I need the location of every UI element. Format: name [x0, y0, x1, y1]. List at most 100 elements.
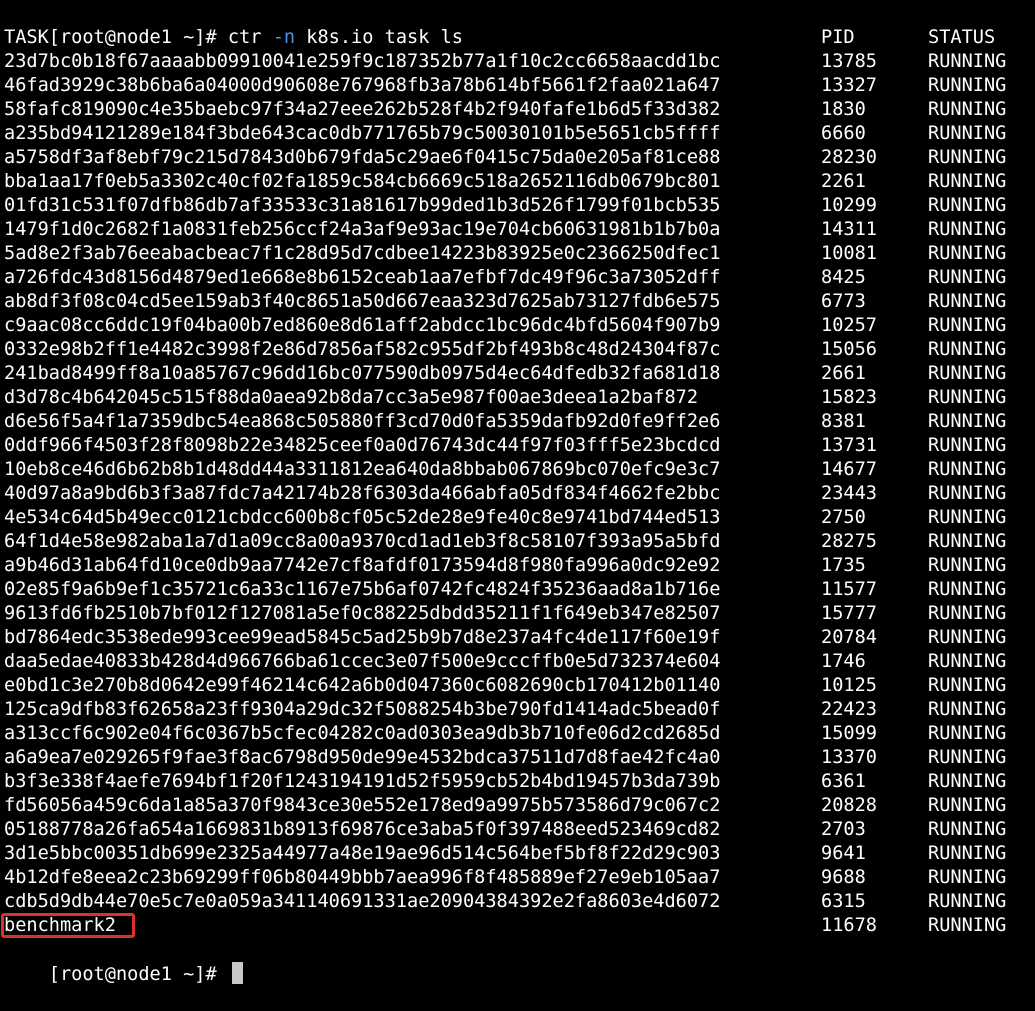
- table-row: daa5edae40833b428d4d966766ba61ccec3e07f5…: [4, 650, 1032, 674]
- task-status: RUNNING: [928, 555, 1007, 576]
- header-status: STATUS: [928, 27, 996, 48]
- task-status: RUNNING: [928, 915, 1007, 936]
- task-id: 01fd31c531f07dfb86db7af33533c31a81617b99…: [4, 195, 721, 216]
- table-row: 02e85f9a6b9ef1c35721c6a33c1167e75b6af074…: [4, 578, 1032, 602]
- task-status: RUNNING: [928, 819, 1007, 840]
- task-pid: 13370: [821, 747, 877, 768]
- task-status: RUNNING: [928, 891, 1007, 912]
- task-pid: 9688: [821, 867, 866, 888]
- task-status: RUNNING: [928, 843, 1007, 864]
- table-row: 01fd31c531f07dfb86db7af33533c31a81617b99…: [4, 194, 1032, 218]
- table-row: 5ad8e2f3ab76eeabacbeac7f1c28d95d7cdbee14…: [4, 242, 1032, 266]
- task-status: RUNNING: [928, 459, 1007, 480]
- task-pid: 6660: [821, 123, 866, 144]
- task-pid: 20828: [821, 795, 877, 816]
- task-status: RUNNING: [928, 699, 1007, 720]
- task-status: RUNNING: [928, 243, 1007, 264]
- task-status: RUNNING: [928, 531, 1007, 552]
- task-pid: 13327: [821, 75, 877, 96]
- task-id: 4b12dfe8eea2c23b69299ff06b80449bbb7aea99…: [4, 867, 721, 888]
- task-status: RUNNING: [928, 291, 1007, 312]
- table-row: a726fdc43d8156d4879ed1e668e8b6152ceab1aa…: [4, 266, 1032, 290]
- task-pid: 11577: [821, 579, 877, 600]
- task-status: RUNNING: [928, 75, 1007, 96]
- table-row: 23d7bc0b18f67aaaabb09910041e259f9c187352…: [4, 50, 1032, 74]
- header-task: TASK: [4, 27, 49, 48]
- table-row: d3d78c4b642045c515f88da0aea92b8da7cc3a5e…: [4, 386, 1032, 410]
- task-pid: 6315: [821, 891, 866, 912]
- task-id: 0ddf966f4503f28f8098b22e34825ceef0a0d767…: [4, 435, 721, 456]
- cursor-block: [231, 962, 243, 984]
- table-row: 3d1e5bbc00351db699e2325a44977a48e19ae96d…: [4, 842, 1032, 866]
- task-id: a9b46d31ab64fd10ce0db9aa7742e7cf8afdf017…: [4, 555, 721, 576]
- task-pid: 10257: [821, 315, 877, 336]
- task-pid: 10081: [821, 243, 877, 264]
- task-pid: 2261: [821, 171, 866, 192]
- task-pid: 20784: [821, 627, 877, 648]
- task-id: 1479f1d0c2682f1a0831feb256ccf24a3af9e93a…: [4, 219, 721, 240]
- table-row: 4e534c64d5b49ecc0121cbdcc600b8cf05c52de2…: [4, 506, 1032, 530]
- highlight-box: [1, 913, 135, 938]
- task-id: c9aac08cc6ddc19f04ba00b7ed860e8d61aff2ab…: [4, 315, 721, 336]
- table-row: 125ca9dfb83f62658a23ff9304a29dc32f508825…: [4, 698, 1032, 722]
- task-id: 64f1d4e58e982aba1a7d1a09cc8a00a9370cd1ad…: [4, 531, 721, 552]
- task-status: RUNNING: [928, 99, 1007, 120]
- task-pid: 23443: [821, 483, 877, 504]
- task-status: RUNNING: [928, 771, 1007, 792]
- final-prompt-line[interactable]: [root@node1 ~]#: [4, 938, 1032, 985]
- task-status: RUNNING: [928, 795, 1007, 816]
- terminal-window[interactable]: [root@node1 ~]# ctr -n k8s.io task ls TA…: [1, 2, 1032, 985]
- table-row: 0ddf966f4503f28f8098b22e34825ceef0a0d767…: [4, 434, 1032, 458]
- task-status: RUNNING: [928, 51, 1007, 72]
- command-line: [root@node1 ~]# ctr -n k8s.io task ls: [4, 2, 1032, 48]
- task-id: cdb5d9db44e70e5c7e0a059a341140691331ae20…: [4, 891, 721, 912]
- task-id: a313ccf6c902e04f6c0367b5cfec04282c0ad030…: [4, 723, 721, 744]
- table-row: bd7864edc3538ede993cee99ead5845c5ad25b9b…: [4, 626, 1032, 650]
- task-id: 9613fd6fb2510b7bf012f127081a5ef0c88225db…: [4, 603, 721, 624]
- task-status: RUNNING: [928, 123, 1007, 144]
- task-id: 23d7bc0b18f67aaaabb09910041e259f9c187352…: [4, 51, 721, 72]
- task-status: RUNNING: [928, 603, 1007, 624]
- task-pid: 28275: [821, 531, 877, 552]
- task-id: fd56056a459c6da1a85a370f9843ce30e552e178…: [4, 795, 721, 816]
- table-row: bba1aa17f0eb5a3302c40cf02fa1859c584cb666…: [4, 170, 1032, 194]
- task-status: RUNNING: [928, 363, 1007, 384]
- table-row: a5758df3af8ebf79c215d7843d0b679fda5c29ae…: [4, 146, 1032, 170]
- task-list: 23d7bc0b18f67aaaabb09910041e259f9c187352…: [1, 50, 1032, 938]
- task-pid: 14311: [821, 219, 877, 240]
- task-id: 46fad3929c38b6ba6a04000d90608e767968fb3a…: [4, 75, 721, 96]
- table-row: a235bd94121289e184f3bde643cac0db771765b7…: [4, 122, 1032, 146]
- task-status: RUNNING: [928, 411, 1007, 432]
- table-header: TASK PID STATUS: [4, 26, 1032, 50]
- task-id: e0bd1c3e270b8d0642e99f46214c642a6b0d0473…: [4, 675, 721, 696]
- table-row: 46fad3929c38b6ba6a04000d90608e767968fb3a…: [4, 74, 1032, 98]
- task-pid: 6773: [821, 291, 866, 312]
- task-status: RUNNING: [928, 387, 1007, 408]
- task-id: 125ca9dfb83f62658a23ff9304a29dc32f508825…: [4, 699, 721, 720]
- task-id: 05188778a26fa654a1669831b8913f69876ce3ab…: [4, 819, 721, 840]
- table-row: c9aac08cc6ddc19f04ba00b7ed860e8d61aff2ab…: [4, 314, 1032, 338]
- task-pid: 9641: [821, 843, 866, 864]
- task-pid: 1746: [821, 651, 866, 672]
- task-status: RUNNING: [928, 267, 1007, 288]
- table-row: b3f3e338f4aefe7694bf1f20f1243194191d52f5…: [4, 770, 1032, 794]
- task-status: RUNNING: [928, 315, 1007, 336]
- task-status: RUNNING: [928, 483, 1007, 504]
- task-id: 10eb8ce46d6b62b8b1d48dd44a3311812ea640da…: [4, 459, 721, 480]
- task-status: RUNNING: [928, 147, 1007, 168]
- task-id: ab8df3f08c04cd5ee159ab3f40c8651a50d667ea…: [4, 291, 721, 312]
- table-row: ab8df3f08c04cd5ee159ab3f40c8651a50d667ea…: [4, 290, 1032, 314]
- task-pid: 13785: [821, 51, 877, 72]
- task-status: RUNNING: [928, 675, 1007, 696]
- task-id: a6a9ea7e029265f9fae3f8ac6798d950de99e453…: [4, 747, 721, 768]
- task-pid: 22423: [821, 699, 877, 720]
- task-status: RUNNING: [928, 747, 1007, 768]
- task-id: d3d78c4b642045c515f88da0aea92b8da7cc3a5e…: [4, 387, 699, 408]
- task-status: RUNNING: [928, 195, 1007, 216]
- task-pid: 11678: [821, 915, 877, 936]
- table-row: 05188778a26fa654a1669831b8913f69876ce3ab…: [4, 818, 1032, 842]
- task-pid: 13731: [821, 435, 877, 456]
- task-status: RUNNING: [928, 219, 1007, 240]
- table-row: 58fafc819090c4e35baebc97f34a27eee262b528…: [4, 98, 1032, 122]
- table-row: e0bd1c3e270b8d0642e99f46214c642a6b0d0473…: [4, 674, 1032, 698]
